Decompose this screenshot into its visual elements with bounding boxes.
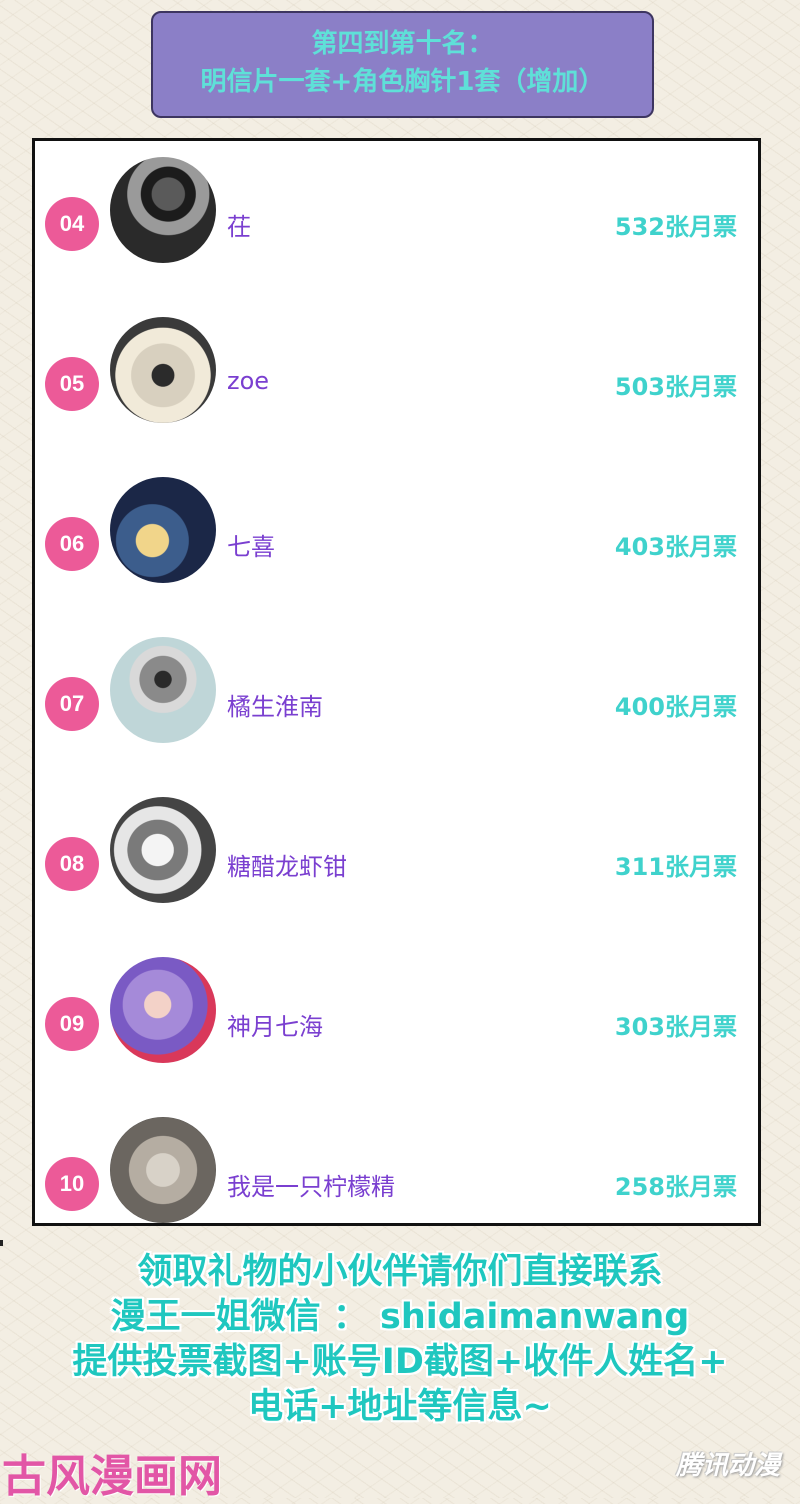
rank-badge: 08: [45, 837, 99, 891]
avatar: [110, 157, 216, 263]
avatar: [110, 637, 216, 743]
user-name: 茌: [227, 213, 251, 241]
avatar: [110, 797, 216, 903]
avatar: [110, 317, 216, 423]
avatar: [110, 1117, 216, 1223]
site-watermark: 古风漫画网: [2, 1451, 222, 1502]
user-name: 糖醋龙虾钳: [227, 853, 347, 881]
list-item: 09 神月七海 303张月票: [35, 947, 758, 1063]
rank-badge: 10: [45, 1157, 99, 1211]
rank-badge: 04: [45, 197, 99, 251]
list-item: 05 zoe 503张月票: [35, 307, 758, 423]
user-name: zoe: [227, 367, 270, 395]
ranking-list: 04 茌 532张月票 05 zoe 503张月票 06 七喜 403张月票 0…: [32, 138, 761, 1226]
instructions-line: 电话+地址等信息~: [248, 1387, 552, 1427]
vote-count: 403张月票: [614, 533, 737, 561]
list-item: 06 七喜 403张月票: [35, 467, 758, 583]
avatar: [110, 957, 216, 1063]
instructions-line: 领取礼物的小伙伴请你们直接联系: [137, 1252, 663, 1292]
vote-count: 400张月票: [614, 693, 737, 721]
vote-count: 303张月票: [614, 1013, 737, 1041]
vote-count: 258张月票: [614, 1173, 737, 1201]
avatar: [110, 477, 216, 583]
vote-count: 311张月票: [614, 853, 737, 881]
platform-watermark: 腾讯动漫: [675, 1451, 780, 1481]
list-item: 07 橘生淮南 400张月票: [35, 627, 758, 743]
list-item: 08 糖醋龙虾钳 311张月票: [35, 787, 758, 903]
banner-title: 第四到第十名：: [311, 29, 494, 59]
rank-badge: 05: [45, 357, 99, 411]
instructions-line: 提供投票截图+账号ID截图+收件人姓名+: [72, 1342, 728, 1382]
user-name: 我是一只柠檬精: [227, 1173, 395, 1201]
rank-badge: 09: [45, 997, 99, 1051]
contact-instructions: 领取礼物的小伙伴请你们直接联系 漫王一姐微信 ： shidaimanwang 提…: [0, 1250, 800, 1430]
vote-count: 532张月票: [614, 213, 737, 241]
rank-badge: 07: [45, 677, 99, 731]
list-item: 04 茌 532张月票: [35, 147, 758, 263]
prize-banner: 第四到第十名： 明信片一套+角色胸针1套（增加）: [151, 11, 654, 118]
instructions-line: 漫王一姐微信 ： shidaimanwang: [110, 1297, 690, 1337]
user-name: 橘生淮南: [227, 693, 323, 721]
user-name: 七喜: [227, 533, 275, 561]
banner-prize: 明信片一套+角色胸针1套（增加）: [200, 67, 605, 97]
vote-count: 503张月票: [614, 373, 737, 401]
list-item: 10 我是一只柠檬精 258张月票: [35, 1107, 758, 1223]
rank-badge: 06: [45, 517, 99, 571]
user-name: 神月七海: [227, 1013, 323, 1041]
dot-mark: [0, 1240, 3, 1246]
